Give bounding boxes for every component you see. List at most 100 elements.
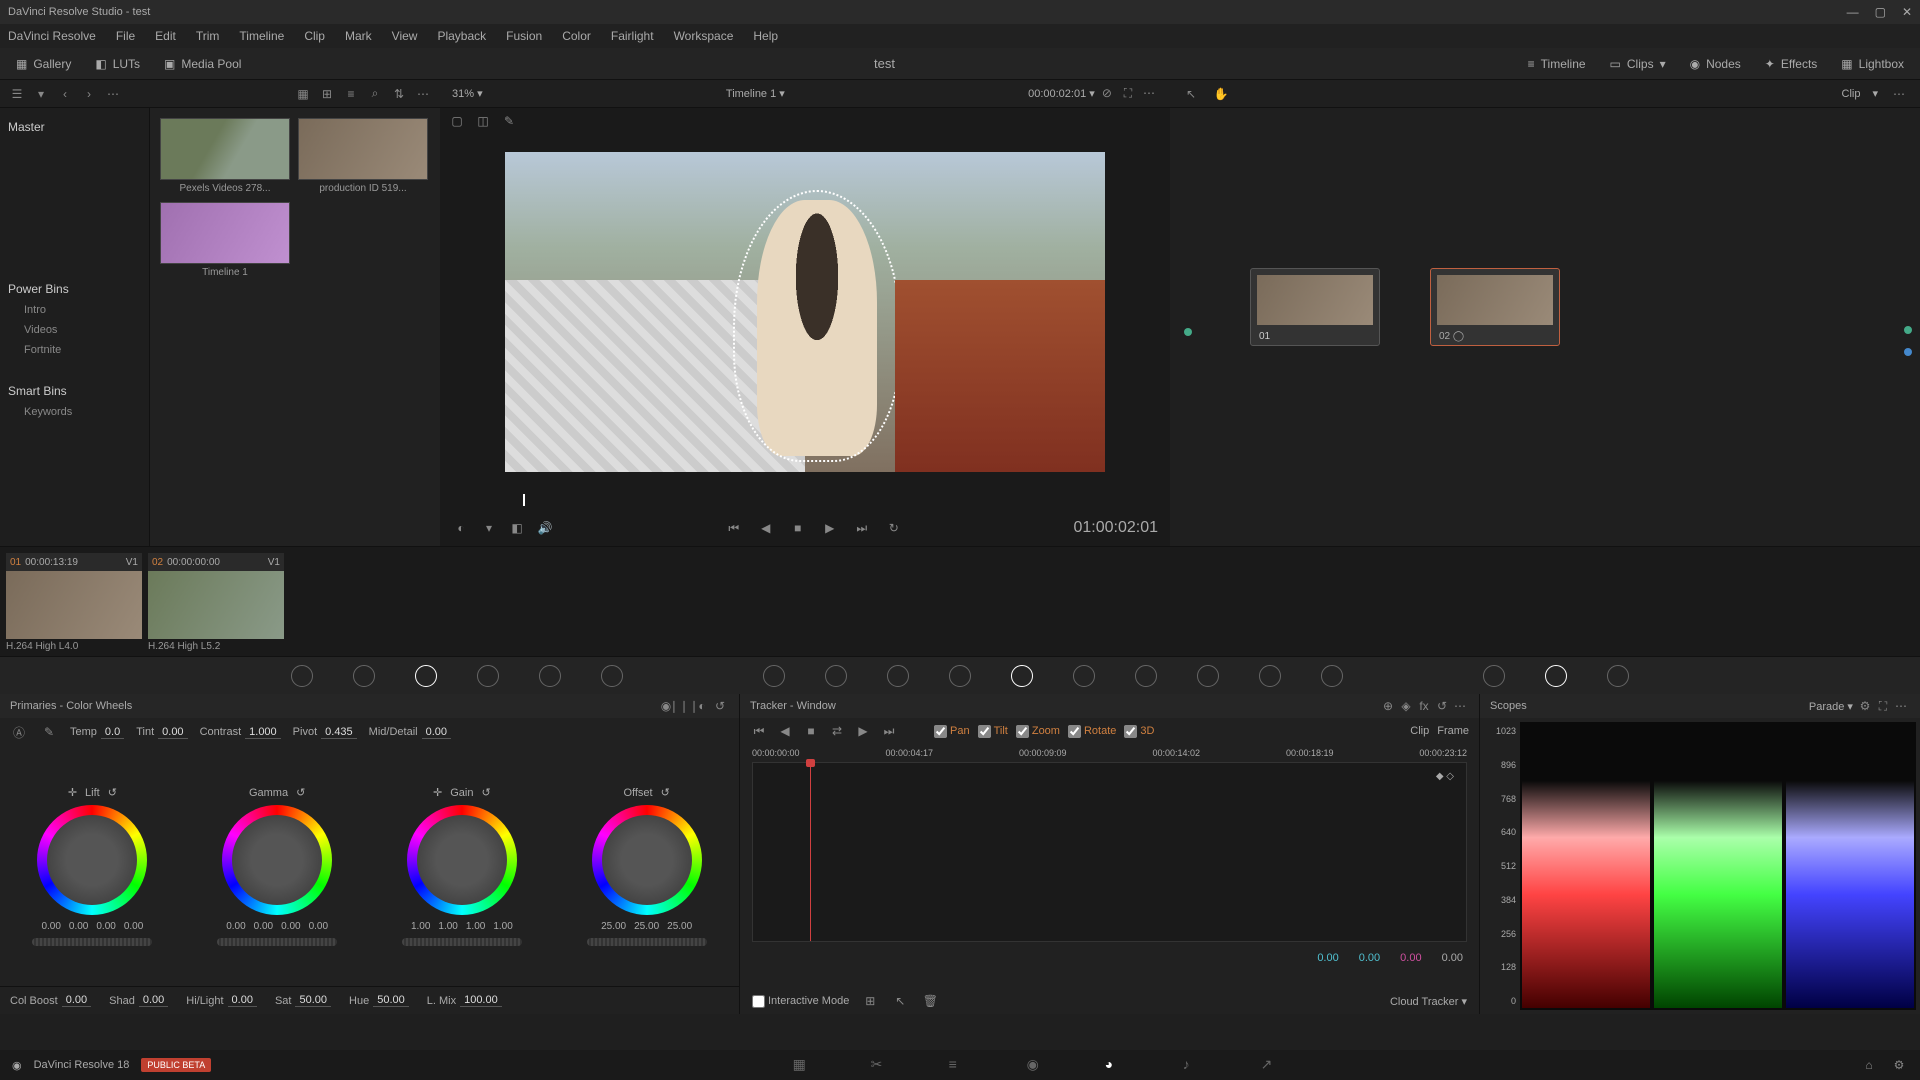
last-frame-icon[interactable]: ⏭ bbox=[853, 519, 871, 537]
reset-icon[interactable]: ↺ bbox=[711, 697, 729, 715]
minimize-icon[interactable]: — bbox=[1847, 5, 1859, 19]
gain-wheel[interactable] bbox=[407, 805, 517, 915]
temp-value[interactable]: 0.0 bbox=[101, 726, 124, 739]
contrast-value[interactable]: 1.000 bbox=[245, 726, 281, 739]
media-clip[interactable]: production ID 519... bbox=[298, 118, 428, 194]
menu-fairlight[interactable]: Fairlight bbox=[611, 29, 654, 43]
media-timeline[interactable]: Timeline 1 bbox=[160, 202, 290, 278]
node-mode[interactable]: Clip bbox=[1842, 88, 1861, 100]
rgb-mixer-icon[interactable] bbox=[539, 665, 561, 687]
media-page-icon[interactable]: ▦ bbox=[793, 1056, 811, 1074]
3d-checkbox[interactable]: 3D bbox=[1124, 725, 1154, 738]
thumb-view-icon[interactable]: ▦ bbox=[294, 85, 312, 103]
more-icon[interactable]: ⋯ bbox=[1890, 85, 1908, 103]
offset-master-slider[interactable] bbox=[587, 938, 707, 946]
master-bin[interactable]: Master bbox=[8, 116, 141, 138]
clips-button[interactable]: ▭Clips▾ bbox=[1602, 53, 1674, 75]
maximize-icon[interactable]: ▢ bbox=[1875, 5, 1886, 19]
hilight-value[interactable]: 0.00 bbox=[228, 994, 257, 1007]
crosshair-icon[interactable]: ✛ bbox=[433, 786, 442, 799]
more-icon[interactable]: ⋯ bbox=[1451, 697, 1469, 715]
track-stop-icon[interactable]: ■ bbox=[802, 722, 820, 740]
fusion-page-icon[interactable]: ◉ bbox=[1027, 1056, 1045, 1074]
stop-icon[interactable]: ■ bbox=[789, 519, 807, 537]
sizing-icon[interactable] bbox=[1259, 665, 1281, 687]
search-icon[interactable]: ⌕ bbox=[366, 85, 384, 103]
nav-prev-icon[interactable]: ‹ bbox=[56, 85, 74, 103]
menu-help[interactable]: Help bbox=[753, 29, 778, 43]
more-icon[interactable]: ⋯ bbox=[104, 85, 122, 103]
add-point-icon[interactable]: ⊞ bbox=[861, 992, 879, 1010]
gallery-button[interactable]: ▦Gallery bbox=[8, 53, 79, 75]
track-fwd-icon[interactable]: ▶ bbox=[854, 722, 872, 740]
pointer-icon[interactable]: ↖ bbox=[891, 992, 909, 1010]
color-match-icon[interactable] bbox=[353, 665, 375, 687]
lift-master-slider[interactable] bbox=[32, 938, 152, 946]
shad-value[interactable]: 0.00 bbox=[139, 994, 168, 1007]
tracker-graph[interactable]: ◆ ◇ bbox=[752, 762, 1467, 942]
warper-icon[interactable] bbox=[825, 665, 847, 687]
viewer-timecode[interactable]: 00:00:02:01 bbox=[1028, 88, 1086, 100]
color-page-icon[interactable]: ◕ bbox=[1105, 1056, 1123, 1074]
hue-value[interactable]: 50.00 bbox=[373, 994, 409, 1007]
expand-icon[interactable]: ⛶ bbox=[1119, 85, 1137, 103]
magic-mask-icon[interactable] bbox=[1073, 665, 1095, 687]
zoom-level[interactable]: 31% bbox=[452, 88, 474, 100]
reset-icon[interactable]: ↺ bbox=[661, 786, 670, 799]
node-02[interactable]: 02 ◯ bbox=[1430, 268, 1560, 346]
chevron-down-icon[interactable]: ▾ bbox=[477, 88, 483, 100]
node-01[interactable]: 01 bbox=[1250, 268, 1380, 346]
middetail-value[interactable]: 0.00 bbox=[422, 726, 451, 739]
hdr-icon[interactable] bbox=[477, 665, 499, 687]
gamma-wheel[interactable] bbox=[222, 805, 332, 915]
timeline-clip[interactable]: 0100:00:13:19V1 H.264 High L4.0 bbox=[6, 553, 142, 650]
viewer-scrubber[interactable] bbox=[452, 490, 1158, 510]
delete-icon[interactable]: 🗑 bbox=[921, 992, 939, 1010]
menu-clip[interactable]: Clip bbox=[304, 29, 325, 43]
wand-icon[interactable]: ✎ bbox=[500, 112, 518, 130]
gain-master-slider[interactable] bbox=[402, 938, 522, 946]
more-icon[interactable]: ⋯ bbox=[414, 85, 432, 103]
chevron-down-icon[interactable]: ▾ bbox=[1089, 88, 1095, 100]
alpha-out-dot[interactable] bbox=[1904, 348, 1912, 356]
mute-icon[interactable]: 🔊 bbox=[536, 519, 554, 537]
pan-checkbox[interactable]: Pan bbox=[934, 725, 970, 738]
colboost-value[interactable]: 0.00 bbox=[62, 994, 91, 1007]
target-icon[interactable]: ⊕ bbox=[1379, 697, 1397, 715]
loop-icon[interactable]: ↻ bbox=[885, 519, 903, 537]
home-icon[interactable]: ⌂ bbox=[1860, 1056, 1878, 1074]
grid-view-icon[interactable]: ⊞ bbox=[318, 85, 336, 103]
zoom-checkbox[interactable]: Zoom bbox=[1016, 725, 1060, 738]
wipe-icon[interactable]: ◧ bbox=[508, 519, 526, 537]
split-icon[interactable]: ◫ bbox=[474, 112, 492, 130]
crosshair-icon[interactable]: ✛ bbox=[68, 786, 77, 799]
frame-mode[interactable]: Frame bbox=[1437, 725, 1469, 737]
menu-fusion[interactable]: Fusion bbox=[506, 29, 542, 43]
chevron-down-icon[interactable]: ▾ bbox=[1872, 87, 1878, 100]
bars-mode-icon[interactable]: ❘❘❘ bbox=[675, 697, 693, 715]
offset-wheel[interactable] bbox=[592, 805, 702, 915]
reset-icon[interactable]: ↺ bbox=[296, 786, 305, 799]
highlight-icon[interactable]: ▢ bbox=[448, 112, 466, 130]
media-clip[interactable]: Pexels Videos 278... bbox=[160, 118, 290, 194]
effects-button[interactable]: ✦Effects bbox=[1757, 53, 1826, 75]
menu-resolve[interactable]: DaVinci Resolve bbox=[8, 29, 96, 43]
tilt-checkbox[interactable]: Tilt bbox=[978, 725, 1008, 738]
more-icon[interactable]: ⋯ bbox=[1140, 84, 1158, 102]
keyframe-icon[interactable] bbox=[1483, 665, 1505, 687]
blur-icon[interactable] bbox=[1135, 665, 1157, 687]
picker-icon[interactable]: ✎ bbox=[40, 723, 58, 741]
lift-wheel[interactable] bbox=[37, 805, 147, 915]
sort-icon[interactable]: ⇅ bbox=[390, 85, 408, 103]
sidebar-toggle-icon[interactable]: ☰ bbox=[8, 85, 26, 103]
input-dot[interactable] bbox=[1184, 328, 1192, 336]
deliver-page-icon[interactable]: ↗ bbox=[1261, 1056, 1279, 1074]
sat-value[interactable]: 50.00 bbox=[295, 994, 331, 1007]
motion-effects-icon[interactable] bbox=[601, 665, 623, 687]
track-rev-icon[interactable]: ◀ bbox=[776, 722, 794, 740]
menu-view[interactable]: View bbox=[392, 29, 418, 43]
chevron-down-icon[interactable]: ▾ bbox=[779, 88, 785, 100]
play-icon[interactable]: ▶ bbox=[821, 519, 839, 537]
info-icon[interactable] bbox=[1607, 665, 1629, 687]
clip-mode[interactable]: Clip bbox=[1410, 725, 1429, 737]
